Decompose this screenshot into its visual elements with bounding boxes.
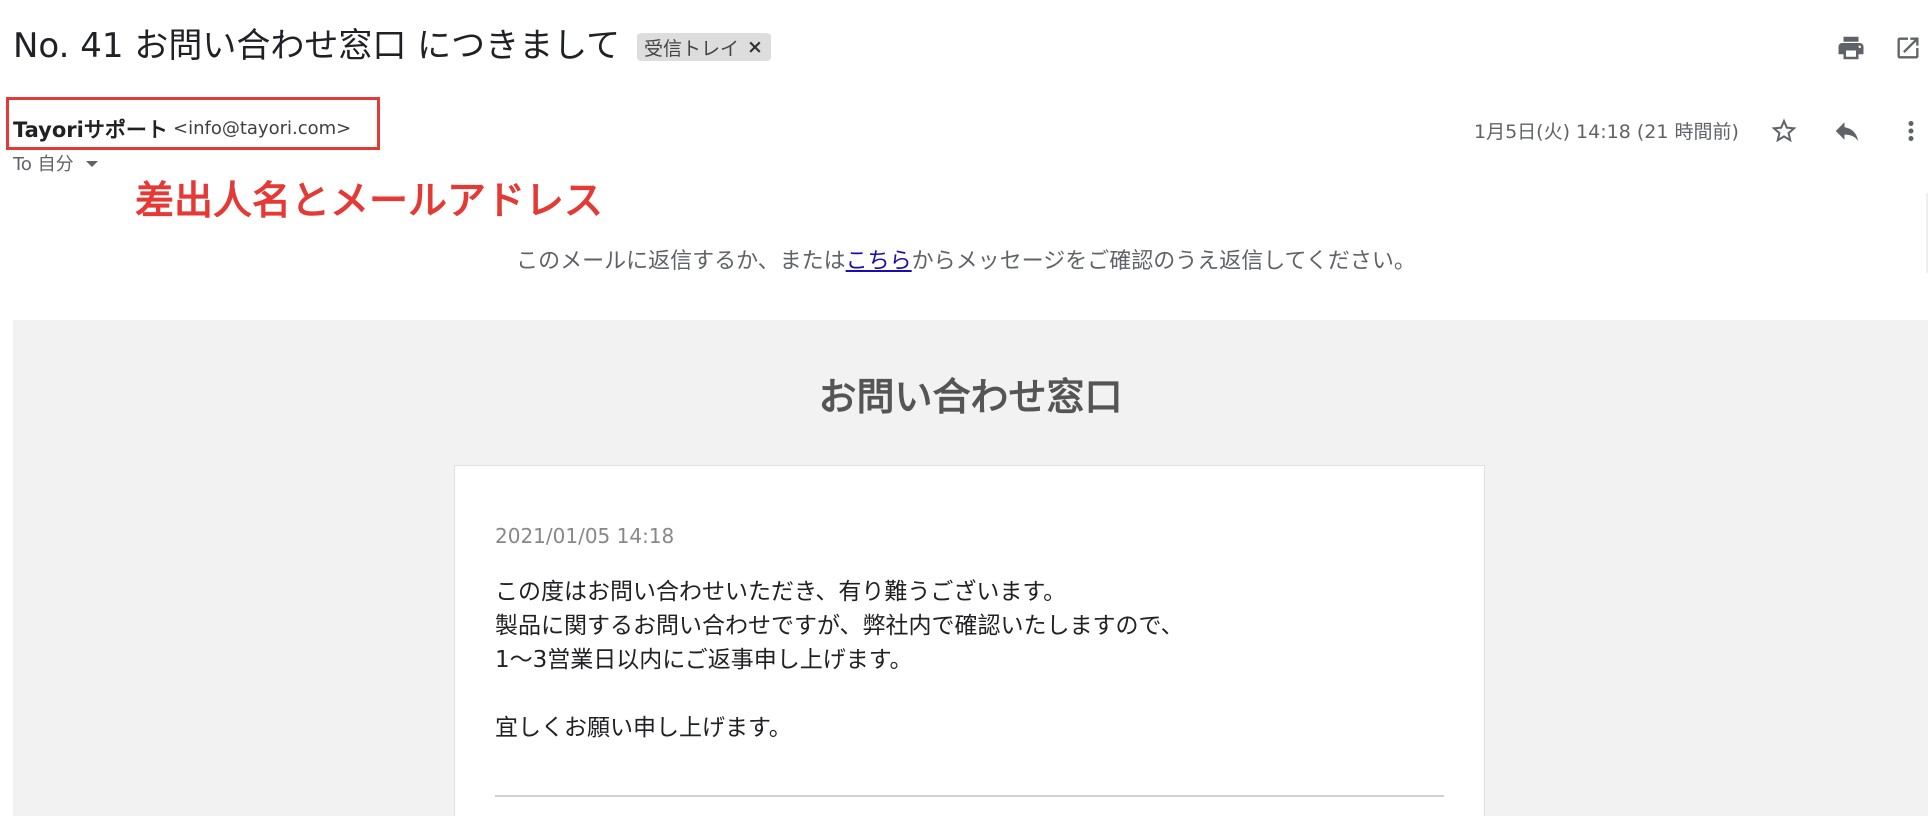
more-vert-icon[interactable]: [1891, 111, 1931, 151]
email-subject: No. 41 お問い合わせ窓口 につきまして: [13, 26, 621, 66]
label-text: 受信トレイ: [644, 37, 740, 60]
annotation-label: 差出人名とメールアドレス: [135, 179, 604, 224]
reply-note-text-after: からメッセージをご確認のうえ返信してください。: [911, 249, 1416, 274]
sender-email: <info@tayori.com>: [173, 118, 352, 139]
email-date: 1月5日(火) 14:18 (21 時間前): [1474, 121, 1739, 143]
message-body: この度はお問い合わせいただき、有り難うございます。 製品に関するお問い合わせです…: [495, 575, 1184, 745]
label-remove-button[interactable]: ×: [747, 36, 763, 58]
recipient-label: To 自分: [13, 154, 74, 175]
message-line: 宜しくお願い申し上げます。: [495, 715, 792, 741]
open-in-new-icon[interactable]: [1888, 28, 1928, 68]
divider: [495, 795, 1444, 797]
reply-instruction: このメールに返信するか、またはこちらからメッセージをご確認のうえ返信してください…: [0, 243, 1932, 275]
message-timestamp: 2021/01/05 14:18: [495, 524, 675, 548]
star-icon[interactable]: [1764, 111, 1804, 151]
form-title: お問い合わせ窓口: [818, 375, 1123, 419]
sender-name[interactable]: Tayoriサポート: [13, 114, 168, 144]
chevron-down-icon: [85, 161, 98, 167]
reply-link[interactable]: こちら: [846, 249, 912, 274]
message-line: この度はお問い合わせいただき、有り難うございます。: [495, 579, 1067, 605]
reply-note-text: このメールに返信するか、または: [516, 249, 846, 274]
recipient-details-toggle[interactable]: To 自分: [13, 150, 98, 176]
print-icon[interactable]: [1831, 28, 1871, 68]
message-line: 製品に関するお問い合わせですが、弊社内で確認いたしますので、: [495, 613, 1184, 639]
message-line: [495, 677, 1184, 711]
message-line: 1〜3営業日以内にご返事申し上げます。: [495, 647, 913, 673]
reply-icon[interactable]: [1827, 111, 1867, 151]
inbox-label-chip[interactable]: 受信トレイ ×: [637, 33, 771, 61]
